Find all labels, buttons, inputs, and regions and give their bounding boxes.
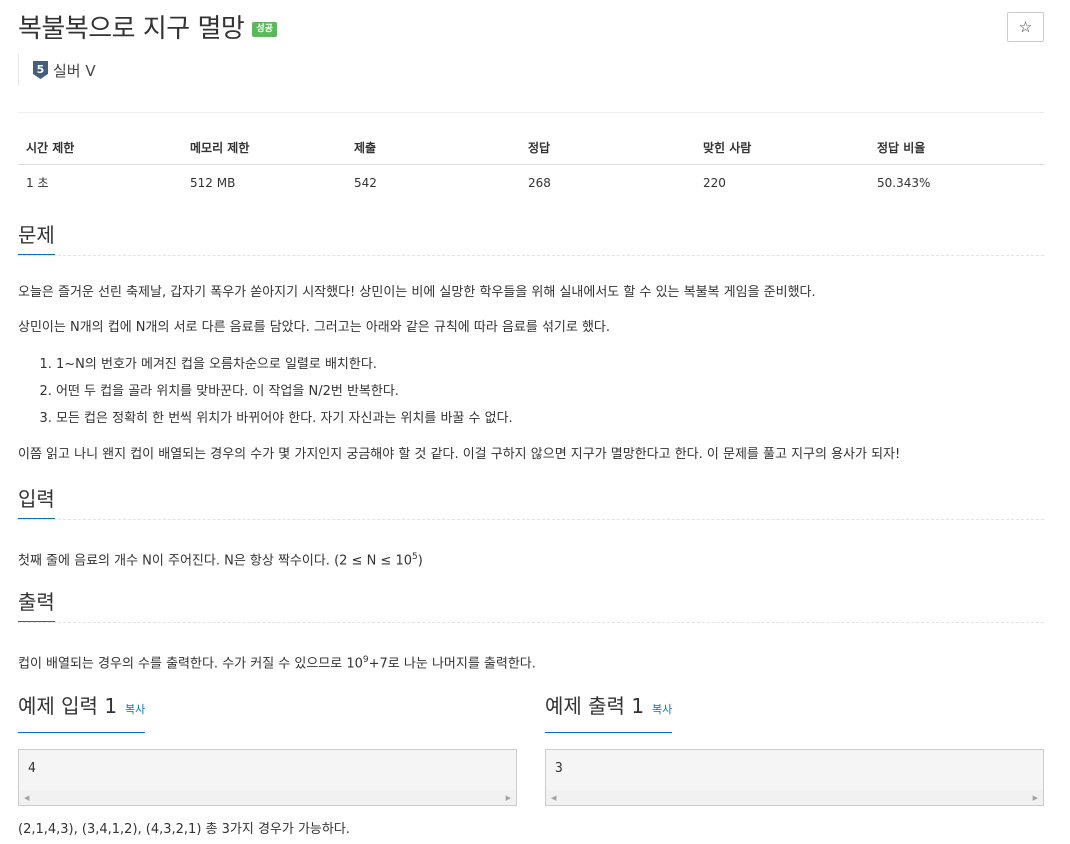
star-button[interactable]: ☆ xyxy=(1007,12,1044,42)
output-text-tail: +7로 나눈 나머지를 출력한다. xyxy=(368,656,536,672)
section-title-output: 출력 xyxy=(18,589,55,622)
output-section: 출력 xyxy=(18,589,1044,623)
sample-input-title: 예제 입력 1 xyxy=(18,694,118,718)
copy-input-button[interactable]: 복사 xyxy=(125,694,145,726)
title-row: 복불복으로 지구 멸망 성공 xyxy=(18,8,277,45)
sample-explanation: (2,1,4,3), (3,4,1,2), (4,3,2,1) 총 3가지 경우… xyxy=(18,822,350,837)
sample-output-panel: 예제 출력 1 복사 3 ◀ ▶ xyxy=(545,690,1044,806)
horizontal-scrollbar[interactable]: ◀ ▶ xyxy=(19,790,516,805)
sample-output-title-wrap: 예제 출력 1 복사 xyxy=(545,690,673,733)
sample-output-value: 3 xyxy=(555,761,563,776)
tier-icon: 5 xyxy=(33,61,48,79)
problem-paragraph-1: 오늘은 즐거운 선린 축제날, 갑자기 폭우가 쏟아지기 시작했다! 상민이는 … xyxy=(18,285,816,300)
header-memory-limit: 메모리 제한 xyxy=(182,133,346,165)
problem-info-table: 시간 제한 메모리 제한 제출 정답 맞힌 사람 정답 비율 1 초 512 M… xyxy=(18,133,1045,199)
value-ratio: 50.343% xyxy=(877,175,931,190)
section-title-input: 입력 xyxy=(18,486,55,519)
problem-section: 문제 xyxy=(18,222,1044,256)
section-title-problem: 문제 xyxy=(18,222,55,255)
value-solved[interactable]: 220 xyxy=(695,165,869,200)
problem-page: 복불복으로 지구 멸망 성공 ☆ 5 실버 V 시간 제한 메모리 제한 제출 … xyxy=(0,0,1070,844)
sample-header: 예제 입력 1 복사 xyxy=(18,690,517,733)
value-time-limit: 1 초 xyxy=(26,176,49,190)
star-icon: ☆ xyxy=(1018,18,1033,36)
rules-list: 1~N의 번호가 메겨진 컵을 오름차순으로 일렬로 배치한다. 어떤 두 컵을… xyxy=(18,351,1044,432)
value-memory-limit: 512 MB xyxy=(190,175,236,190)
header-ratio: 정답 비율 xyxy=(869,133,1045,165)
output-description: 컵이 배열되는 경우의 수를 출력한다. 수가 커질 수 있으므로 109+7로… xyxy=(18,651,1044,673)
input-description: 첫째 줄에 음료의 개수 N이 주어진다. N은 항상 짝수이다. (2 ≤ N… xyxy=(18,548,1044,570)
sample-input-title-wrap: 예제 입력 1 복사 xyxy=(18,690,146,733)
info-value-row: 1 초 512 MB 542 268 220 50.343% xyxy=(18,165,1045,200)
copy-output-button[interactable]: 복사 xyxy=(652,694,672,726)
sample-header: 예제 출력 1 복사 xyxy=(545,690,1044,733)
input-section: 입력 xyxy=(18,486,1044,520)
output-text: 컵이 배열되는 경우의 수를 출력한다. 수가 커질 수 있으므로 10 xyxy=(18,656,363,672)
header-time-limit: 시간 제한 xyxy=(18,133,182,165)
sample-input-panel: 예제 입력 1 복사 4 ◀ ▶ xyxy=(18,690,517,806)
header-solved: 맞힌 사람 xyxy=(695,133,869,165)
problem-title: 복불복으로 지구 멸망 xyxy=(18,14,245,44)
list-item: 모든 컵은 정확히 한 번씩 위치가 바뀌어야 한다. 자기 자신과는 위치를 … xyxy=(56,405,1044,432)
horizontal-scrollbar[interactable]: ◀ ▶ xyxy=(546,790,1043,805)
info-header-row: 시간 제한 메모리 제한 제출 정답 맞힌 사람 정답 비율 xyxy=(18,133,1045,165)
tier-row: 5 실버 V xyxy=(18,54,96,86)
scroll-left-icon[interactable]: ◀ xyxy=(24,794,29,802)
divider xyxy=(18,112,1044,113)
sample-input-value: 4 xyxy=(28,761,36,776)
sample-output-box[interactable]: 3 ◀ ▶ xyxy=(545,749,1044,806)
status-badge: 성공 xyxy=(252,22,277,37)
input-text: 첫째 줄에 음료의 개수 N이 주어진다. N은 항상 짝수이다. (2 ≤ N… xyxy=(18,553,412,569)
value-submissions[interactable]: 542 xyxy=(346,165,520,200)
value-accepted: 268 xyxy=(528,175,551,190)
input-text-tail: ) xyxy=(417,553,423,569)
tier-number: 5 xyxy=(37,63,45,76)
tier-label[interactable]: 실버 V xyxy=(53,60,96,81)
sample-output-title: 예제 출력 1 xyxy=(545,694,645,718)
list-item: 1~N의 번호가 메겨진 컵을 오름차순으로 일렬로 배치한다. xyxy=(56,351,1044,378)
header-submissions: 제출 xyxy=(346,133,520,165)
scroll-right-icon[interactable]: ▶ xyxy=(506,794,511,802)
section-header: 출력 xyxy=(18,589,1044,623)
section-header: 입력 xyxy=(18,486,1044,520)
list-item: 어떤 두 컵을 골라 위치를 맞바꾼다. 이 작업을 N/2번 반복한다. xyxy=(56,378,1044,405)
problem-paragraph-3: 이쯤 읽고 나니 왠지 컵이 배열되는 경우의 수가 몇 가지인지 궁금해야 할… xyxy=(18,447,901,462)
header-accepted: 정답 xyxy=(520,133,695,165)
sample-input-box[interactable]: 4 ◀ ▶ xyxy=(18,749,517,806)
scroll-right-icon[interactable]: ▶ xyxy=(1033,794,1038,802)
problem-paragraph-2: 상민이는 N개의 컵에 N개의 서로 다른 음료를 담았다. 그러고는 아래와 … xyxy=(18,320,611,335)
scroll-left-icon[interactable]: ◀ xyxy=(551,794,556,802)
section-header: 문제 xyxy=(18,222,1044,256)
